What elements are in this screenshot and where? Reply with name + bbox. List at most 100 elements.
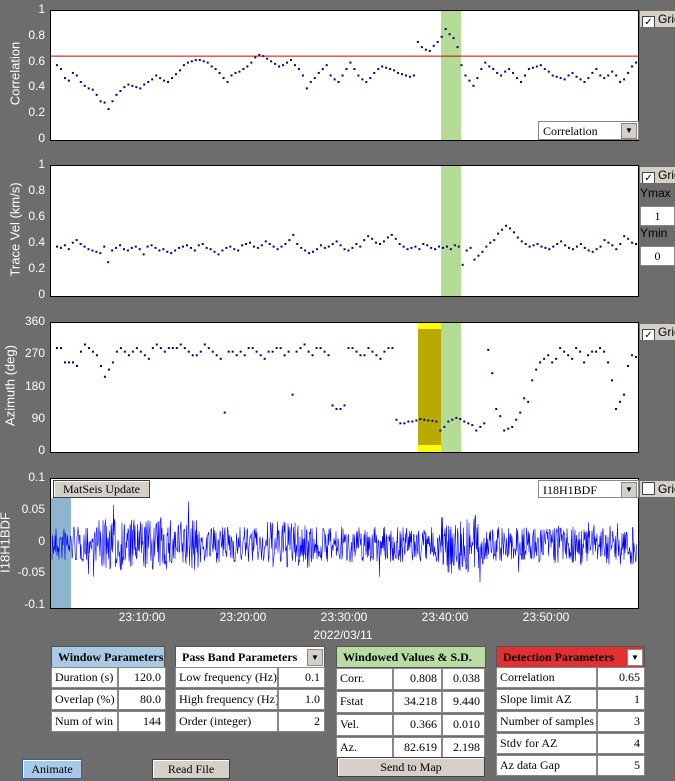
waveform-grid-checkbox[interactable]: Grid xyxy=(640,481,675,497)
data-point xyxy=(190,60,193,63)
data-point xyxy=(158,249,161,252)
data-point xyxy=(319,347,322,350)
data-point xyxy=(233,248,236,251)
correlation-grid-checkbox[interactable]: ✓Grid xyxy=(640,11,675,27)
param-value-input[interactable]: 144 xyxy=(118,711,166,732)
tracevel-plot[interactable] xyxy=(50,165,639,297)
data-point xyxy=(95,250,98,253)
data-point xyxy=(95,354,98,357)
tracevel-grid-checkbox[interactable]: ✓Grid xyxy=(640,167,675,183)
correlation-metric-dropdown[interactable]: Correlation ▼ xyxy=(538,121,639,140)
passband-params-dropdown[interactable]: Pass Band Parameters ▼ xyxy=(175,646,325,668)
data-point xyxy=(528,245,531,248)
data-point xyxy=(359,245,362,248)
data-point xyxy=(571,71,574,74)
data-point xyxy=(410,246,413,249)
data-point xyxy=(333,78,336,81)
matseis-update-button[interactable]: MatSeis Update xyxy=(53,480,150,498)
data-point xyxy=(312,250,315,253)
param-value-input[interactable]: 80.0 xyxy=(118,689,166,710)
azimuth-plot[interactable] xyxy=(50,322,639,453)
data-point xyxy=(619,400,622,403)
param-value-input[interactable]: 120.0 xyxy=(118,667,166,688)
data-point xyxy=(591,71,594,74)
data-point xyxy=(242,68,245,71)
data-point xyxy=(615,408,618,410)
data-point xyxy=(279,347,282,350)
data-point xyxy=(607,361,610,364)
param-value-input[interactable]: 3 xyxy=(597,711,645,732)
data-point xyxy=(107,368,110,371)
param-label: Overlap (%) xyxy=(51,689,118,710)
data-point xyxy=(264,240,267,243)
param-value-input[interactable]: 34.218 xyxy=(393,691,442,713)
data-point xyxy=(167,80,170,83)
data-point xyxy=(411,420,414,423)
data-point xyxy=(111,100,114,103)
data-point xyxy=(511,425,514,428)
data-point xyxy=(623,393,626,396)
data-point xyxy=(171,77,174,80)
data-point xyxy=(567,354,570,357)
param-value-input[interactable]: 5 xyxy=(597,755,645,776)
param-value-input[interactable]: 0.1 xyxy=(278,667,325,688)
param-value-input[interactable]: 0.366 xyxy=(393,714,442,736)
param-value-input[interactable]: 0.65 xyxy=(597,667,645,688)
data-point xyxy=(243,354,246,357)
ymax-input[interactable]: 1 xyxy=(640,206,675,226)
data-point xyxy=(263,357,266,360)
data-point xyxy=(426,244,429,247)
data-point xyxy=(453,244,456,247)
data-point xyxy=(619,243,622,245)
send-to-map-button[interactable]: Send to Map xyxy=(337,757,485,777)
param-value-input[interactable]: 1.0 xyxy=(278,689,325,710)
data-point xyxy=(555,75,558,78)
data-point xyxy=(378,243,381,245)
param-value-input[interactable]: 0.808 xyxy=(393,668,442,690)
param-value-input[interactable]: 4 xyxy=(597,733,645,754)
param-value-input[interactable]: 2 xyxy=(278,711,325,732)
data-point xyxy=(499,415,502,418)
data-point xyxy=(123,350,126,353)
data-point xyxy=(308,252,311,255)
data-point xyxy=(217,253,220,256)
data-point xyxy=(249,241,251,244)
param-value-input[interactable]: 82.619 xyxy=(393,737,442,759)
detection-params-dropdown[interactable]: Detection Parameters ▼ xyxy=(496,646,645,668)
data-point xyxy=(189,246,192,249)
data-point xyxy=(179,343,182,346)
selection-window xyxy=(441,323,461,452)
data-point xyxy=(583,80,586,83)
data-point xyxy=(532,244,535,247)
data-point xyxy=(122,248,125,251)
y-tick-label: 0.8 xyxy=(28,183,45,197)
ymin-input[interactable]: 0 xyxy=(640,246,675,266)
x-tick-label: 23:20:00 xyxy=(219,610,267,624)
data-point xyxy=(560,240,563,243)
station-dropdown[interactable]: I18H1BDF ▼ xyxy=(538,480,639,498)
data-point xyxy=(79,80,82,83)
azimuth-grid-checkbox[interactable]: ✓Grid xyxy=(640,324,675,340)
data-point xyxy=(271,350,274,353)
data-point xyxy=(339,408,342,410)
param-value-input[interactable]: 1 xyxy=(597,689,645,710)
data-point xyxy=(87,347,90,350)
y-tick-label: 0.6 xyxy=(28,53,45,68)
data-point xyxy=(519,411,522,414)
data-point xyxy=(146,245,149,248)
data-point xyxy=(515,418,518,421)
data-point xyxy=(256,246,259,249)
data-point xyxy=(272,245,275,248)
data-point xyxy=(467,422,470,425)
animate-button[interactable]: Animate xyxy=(22,759,82,779)
data-point xyxy=(205,246,208,249)
data-point xyxy=(282,64,285,67)
read-file-button[interactable]: Read File xyxy=(152,759,230,779)
data-point xyxy=(395,418,398,421)
param-sd-value: 0.010 xyxy=(442,714,485,736)
data-point xyxy=(386,236,389,239)
data-point xyxy=(304,249,307,252)
chevron-down-icon: ▼ xyxy=(627,649,643,666)
data-point xyxy=(459,418,462,421)
data-point xyxy=(355,243,358,245)
